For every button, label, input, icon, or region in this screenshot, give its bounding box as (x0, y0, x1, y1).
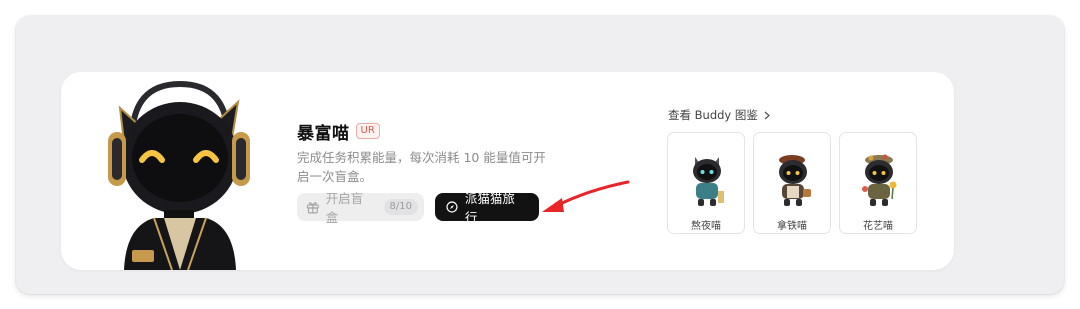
annotation-arrow (542, 180, 630, 212)
action-row: 开启盲盒 8/10 派猫猫旅行 (297, 191, 539, 225)
send-cat-travel-label: 派猫猫旅行 (464, 191, 515, 225)
compass-icon (446, 201, 458, 213)
buddy-card-item[interactable]: 熬夜喵 (667, 132, 745, 234)
cat-astronaut-character (102, 80, 252, 270)
open-blind-box-label: 开启盲盒 (325, 191, 364, 225)
gallery-link-label: 查看 Buddy 图鉴 (668, 108, 758, 122)
beret-cat-icon (779, 155, 811, 206)
buddy-description: 完成任务积累能量，每次消耗 10 能量值可开启一次盲盒。 (297, 150, 546, 184)
rarity-badge: UR (355, 123, 380, 139)
view-buddy-gallery-link[interactable]: 查看 Buddy 图鉴 (668, 107, 770, 123)
buddy-name: 暴富喵 (297, 123, 350, 144)
energy-count-badge: 8/10 (383, 199, 418, 215)
buddy-name-label: 拿铁喵 (777, 221, 807, 232)
flower-cat-icon (862, 154, 897, 206)
hoodie-cat-icon (693, 157, 724, 206)
buddy-name-label: 花艺喵 (863, 221, 893, 232)
open-blind-box-button[interactable]: 开启盲盒 8/10 (297, 191, 424, 225)
chevron-right-icon (764, 111, 770, 119)
buddy-gallery: 熬夜喵 拿铁喵 花艺喵 (667, 132, 917, 234)
buddy-card-item[interactable]: 花艺喵 (839, 132, 917, 234)
buddy-name-label: 熬夜喵 (691, 221, 721, 232)
buddy-card-item[interactable]: 拿铁喵 (753, 132, 831, 234)
title-row: 暴富喵 UR (297, 118, 557, 144)
gift-icon (306, 202, 319, 214)
buddy-info: 暴富喵 UR 完成任务积累能量，每次消耗 10 能量值可开启一次盲盒。 (297, 118, 557, 186)
send-cat-travel-button[interactable]: 派猫猫旅行 (435, 191, 539, 225)
